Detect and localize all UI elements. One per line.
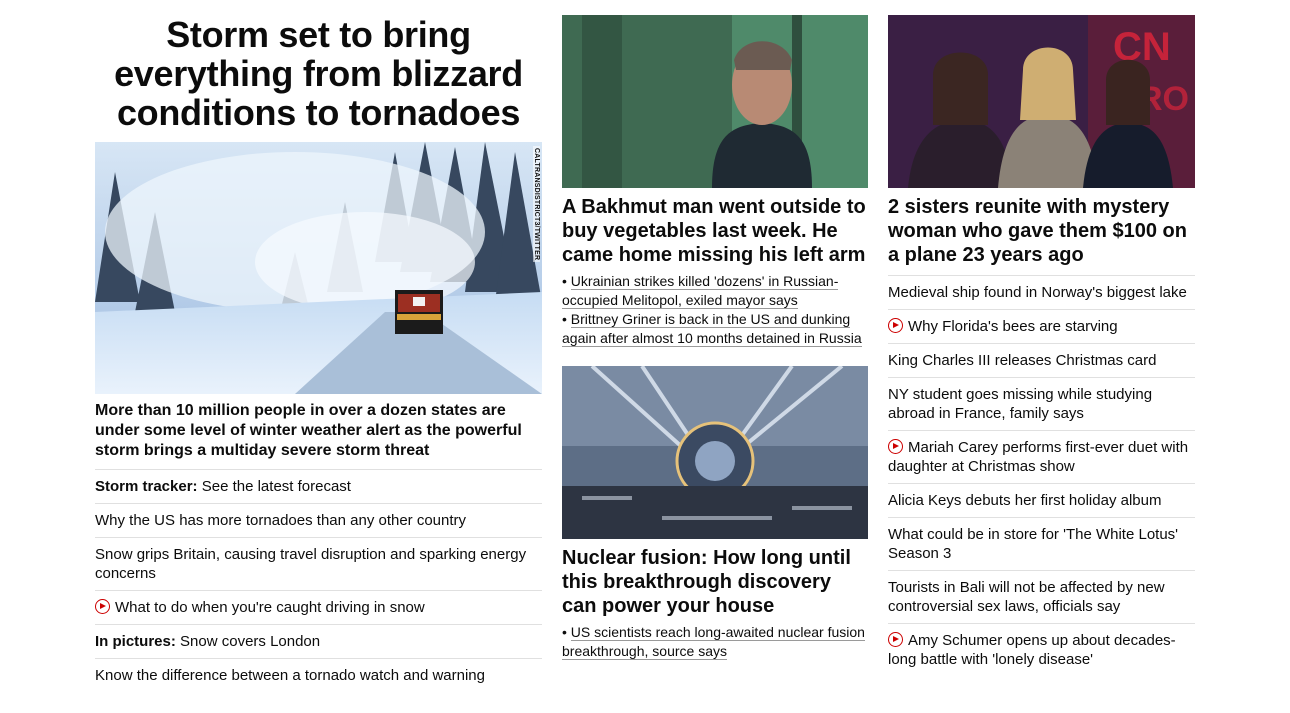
list-item: • Brittney Griner is back in the US and … [562, 311, 862, 347]
fusion-sublinks: • US scientists reach long-awaited nucle… [562, 623, 868, 661]
sisters-image-art: CN RO [888, 15, 1195, 188]
right-link-8[interactable]: Amy Schumer opens up about decades-long … [888, 632, 1176, 668]
fusion-headline[interactable]: Nuclear fusion: How long until this brea… [562, 546, 868, 618]
link-prefix: Storm tracker: [95, 478, 198, 495]
storm-link-3[interactable]: What to do when you're caught driving in… [95, 599, 425, 616]
right-link-3[interactable]: NY student goes missing while studying a… [888, 386, 1152, 422]
list-item[interactable]: Know the difference between a tornado wa… [95, 659, 542, 692]
storm-lede[interactable]: More than 10 million people in over a do… [95, 401, 542, 470]
storm-image-art [95, 142, 542, 394]
list-item[interactable]: Amy Schumer opens up about decades-long … [888, 624, 1195, 676]
play-video-icon [888, 318, 903, 333]
list-item[interactable]: Storm tracker: See the latest forecast [95, 470, 542, 504]
link-text: Mariah Carey performs first-ever duet wi… [888, 439, 1189, 475]
top-story-headline[interactable]: Storm set to bring everything from blizz… [95, 15, 542, 132]
list-item[interactable]: In pictures: Snow covers London [95, 625, 542, 659]
list-item[interactable]: Tourists in Bali will not be affected by… [888, 571, 1195, 624]
bakhmut-headline[interactable]: A Bakhmut man went outside to buy vegeta… [562, 195, 868, 267]
bakhmut-card: A Bakhmut man went outside to buy vegeta… [562, 15, 868, 348]
list-item[interactable]: Mariah Carey performs first-ever duet wi… [888, 431, 1195, 484]
right-link-4[interactable]: Mariah Carey performs first-ever duet wi… [888, 439, 1188, 475]
middle-column: A Bakhmut man went outside to buy vegeta… [562, 15, 868, 661]
right-headlines-list: Medieval ship found in Norway's biggest … [888, 275, 1195, 676]
list-item[interactable]: NY student goes missing while studying a… [888, 378, 1195, 431]
image-credit: CALTRANSDISTRICT3/TWITTER [533, 146, 540, 263]
link-text: See the latest forecast [201, 478, 351, 495]
right-column: CN RO 2 sisters reunite with mystery wom… [888, 15, 1195, 676]
right-link-6[interactable]: What could be in store for 'The White Lo… [888, 526, 1178, 562]
play-video-icon [888, 439, 903, 454]
ukraine-strikes-link[interactable]: Ukrainian strikes killed 'dozens' in Rus… [562, 273, 839, 309]
right-link-0[interactable]: Medieval ship found in Norway's biggest … [888, 284, 1187, 301]
list-item[interactable]: Why Florida's bees are starving [888, 310, 1195, 344]
fusion-source-link[interactable]: US scientists reach long-awaited nuclear… [562, 624, 865, 660]
storm-related-links: Storm tracker: See the latest forecast W… [95, 470, 542, 692]
list-item[interactable]: Why the US has more tornadoes than any o… [95, 504, 542, 538]
list-item[interactable]: King Charles III releases Christmas card [888, 344, 1195, 378]
play-video-icon [95, 599, 110, 614]
storm-link-4[interactable]: In pictures: Snow covers London [95, 633, 320, 650]
bakhmut-sublinks: • Ukrainian strikes killed 'dozens' in R… [562, 272, 868, 348]
link-text: Snow covers London [180, 633, 321, 650]
right-link-2[interactable]: King Charles III releases Christmas card [888, 352, 1156, 369]
link-text: Amy Schumer opens up about decades-long … [888, 632, 1176, 668]
list-item: • Ukrainian strikes killed 'dozens' in R… [562, 273, 839, 309]
storm-link-5[interactable]: Know the difference between a tornado wa… [95, 667, 485, 684]
top-story-column: Storm set to bring everything from blizz… [95, 15, 542, 692]
storm-link-1[interactable]: Why the US has more tornadoes than any o… [95, 512, 466, 529]
list-item[interactable]: What could be in store for 'The White Lo… [888, 518, 1195, 571]
link-prefix: In pictures: [95, 633, 176, 650]
list-item[interactable]: Alicia Keys debuts her first holiday alb… [888, 484, 1195, 518]
bakhmut-image-art [562, 15, 868, 188]
play-video-icon [888, 632, 903, 647]
link-text: Why Florida's bees are starving [908, 318, 1118, 335]
list-item: • US scientists reach long-awaited nucle… [562, 624, 865, 660]
storm-link-2[interactable]: Snow grips Britain, causing travel disru… [95, 546, 526, 582]
link-text: What to do when you're caught driving in… [115, 599, 425, 616]
right-link-7[interactable]: Tourists in Bali will not be affected by… [888, 579, 1165, 615]
right-link-1[interactable]: Why Florida's bees are starving [888, 318, 1118, 335]
bakhmut-image[interactable] [562, 15, 868, 188]
fusion-card: Nuclear fusion: How long until this brea… [562, 366, 868, 661]
griner-link[interactable]: Brittney Griner is back in the US and du… [562, 311, 862, 347]
right-link-5[interactable]: Alicia Keys debuts her first holiday alb… [888, 492, 1161, 509]
storm-hero-image[interactable]: CALTRANSDISTRICT3/TWITTER [95, 142, 542, 394]
storm-link-0[interactable]: Storm tracker: See the latest forecast [95, 478, 351, 495]
sisters-headline[interactable]: 2 sisters reunite with mystery woman who… [888, 195, 1195, 267]
list-item[interactable]: Medieval ship found in Norway's biggest … [888, 276, 1195, 310]
list-item[interactable]: Snow grips Britain, causing travel disru… [95, 538, 542, 591]
list-item[interactable]: What to do when you're caught driving in… [95, 591, 542, 625]
sisters-image[interactable]: CN RO [888, 15, 1195, 188]
fusion-image-art [562, 366, 868, 539]
fusion-image[interactable] [562, 366, 868, 539]
